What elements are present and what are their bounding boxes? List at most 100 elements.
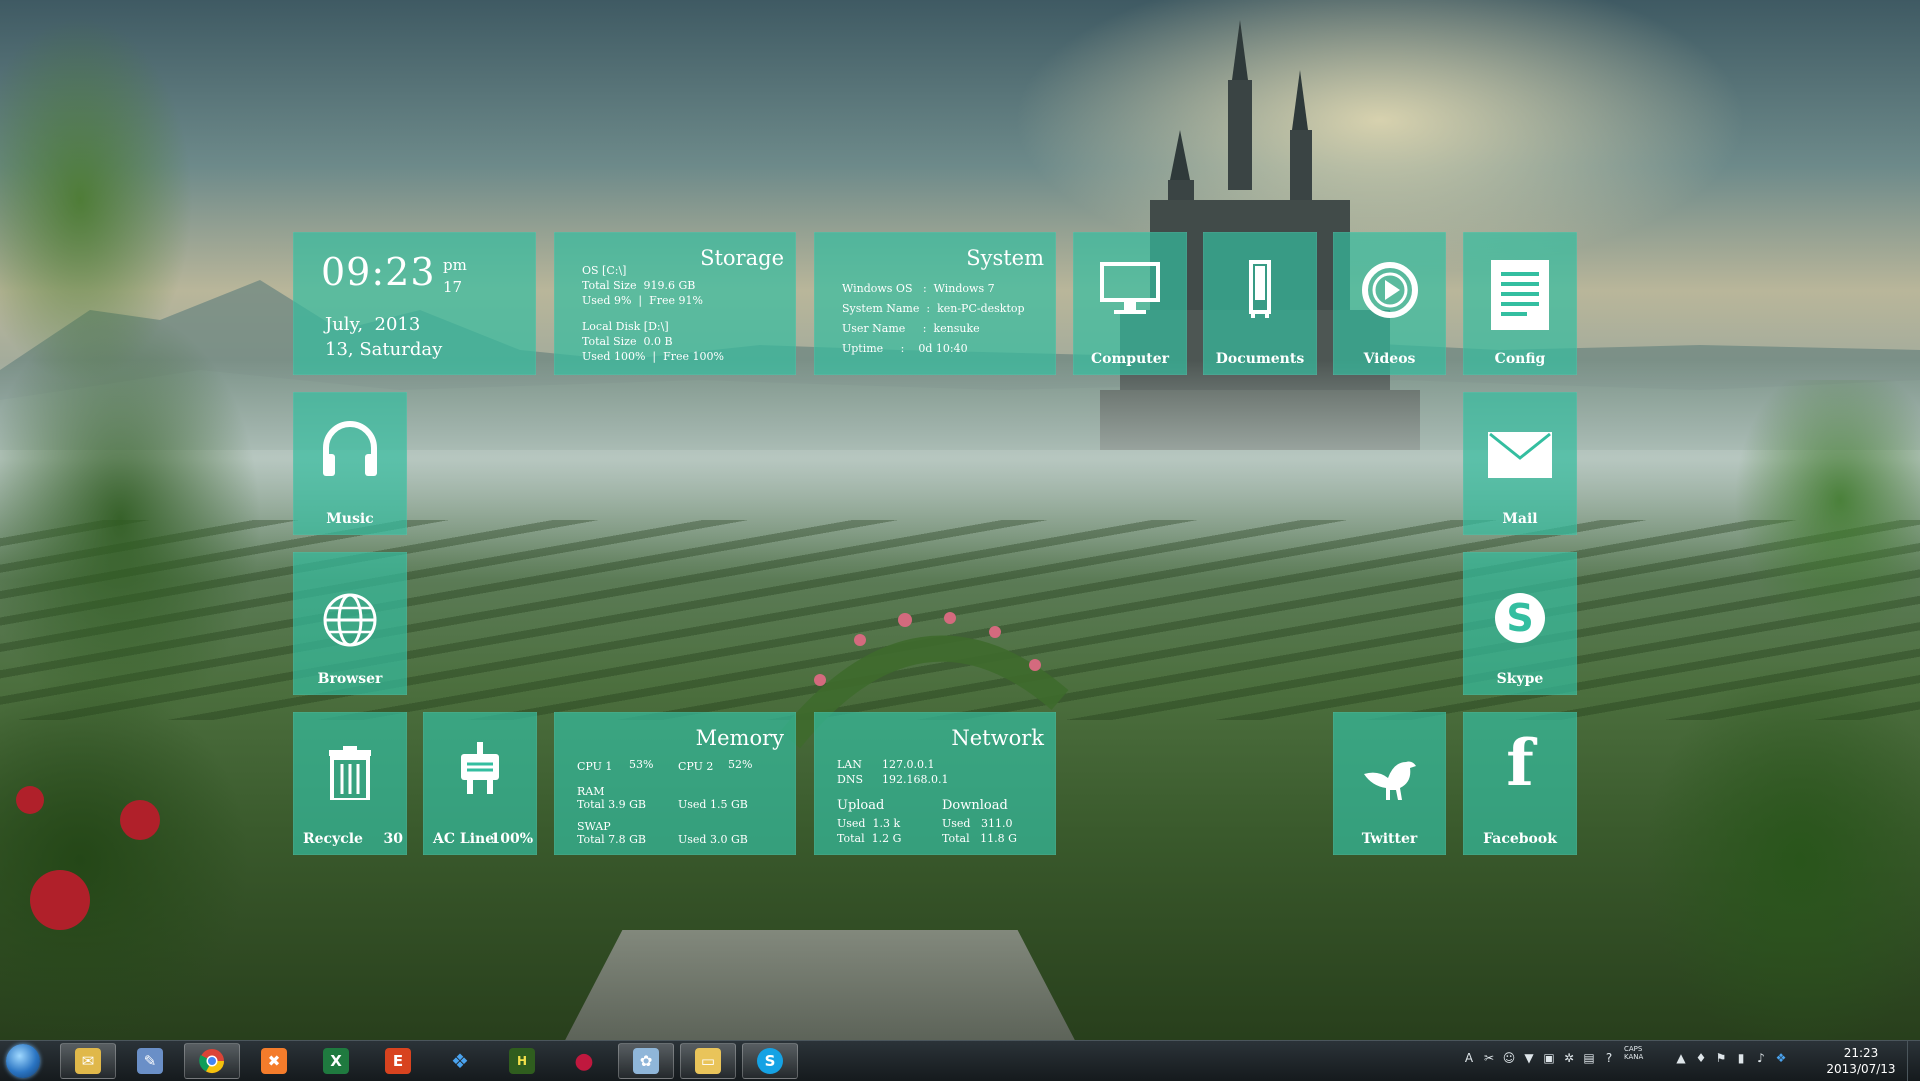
taskbar-paint[interactable]: ✿ [618,1043,674,1079]
twitter-tile[interactable]: Twitter [1333,712,1446,855]
documents-label: Documents [1215,351,1305,367]
clock-month-year: July, 2013 [325,314,421,335]
start-button[interactable] [6,1044,40,1078]
memory-swap-used: Used 3.0 GB [678,833,748,846]
computer-tile[interactable]: Computer [1073,232,1187,375]
documents-tile[interactable]: Documents [1203,232,1317,375]
browser-label: Browser [317,671,383,687]
network-title: Network [951,726,1044,750]
computer-label: Computer [1090,351,1169,367]
show-hidden-icon[interactable]: ▲ [1674,1051,1688,1065]
network-tile[interactable]: Network LAN 127.0.0.1 DNS 192.168.0.1 Up… [814,712,1056,855]
taskbar-club[interactable]: H [494,1043,550,1079]
storage-local-label: Local Disk [D:\] [582,320,669,333]
config-tile[interactable]: Config [1463,232,1577,375]
storage-tile[interactable]: Storage OS [C:\] Total Size 919.6 GB Use… [554,232,796,375]
memory-tile[interactable]: Memory CPU 1 53% CPU 2 52% RAM Total 3.9… [554,712,796,855]
network-signal-icon[interactable]: ▮ [1734,1051,1748,1065]
network-dns-value: 192.168.0.1 [882,773,949,786]
paint-app-icon: ✿ [633,1048,659,1074]
facebook-f-icon: f [1506,726,1534,801]
mail-app-icon: ✉ [75,1048,101,1074]
svg-text:S: S [1506,596,1533,640]
clock-time: 09:23 [321,250,436,294]
twitter-label: Twitter [1361,831,1418,847]
network-lan-label: LAN [837,758,862,771]
drop-app-icon: ● [574,1048,594,1074]
settings-icon[interactable]: ✲ [1562,1051,1576,1065]
mail-tile[interactable]: Mail [1463,392,1577,535]
chrome-icon [199,1049,224,1074]
network-upload-label: Upload [837,798,885,813]
storage-local-total: Total Size 0.0 B [582,335,673,348]
mail-label: Mail [1502,511,1538,527]
headphones-icon [323,421,377,476]
skype-icon: S [1495,593,1545,643]
drop-tray-icon[interactable]: ♦ [1694,1051,1708,1065]
foxit-app-icon: E [385,1048,411,1074]
device-icon[interactable]: ▣ [1542,1051,1556,1065]
storage-os-total: Total Size 919.6 GB [582,279,696,292]
trash-icon [329,746,371,800]
facebook-tile[interactable]: f Facebook [1463,712,1577,855]
system-row-user: User Name : kensuke [842,322,980,335]
memory-cpu2-label: CPU 2 [678,760,714,773]
taskbar-foxit[interactable]: E [370,1043,426,1079]
memory-swap-total: Total 7.8 GB [577,833,646,846]
recycle-label: Recycle [303,831,363,847]
user-icon[interactable]: ☺ [1502,1051,1516,1065]
explorer-app-icon: ▭ [695,1048,721,1074]
taskbar-chrome[interactable] [184,1043,240,1079]
videos-tile[interactable]: Videos [1333,232,1446,375]
flag-icon[interactable]: ⚑ [1714,1051,1728,1065]
excel-app-icon: X [323,1048,349,1074]
network-upload-used: Used 1.3 k [837,817,901,830]
shirt-icon[interactable]: ▼ [1522,1051,1536,1065]
taskbar-mail[interactable]: ✉ [60,1043,116,1079]
display-icon[interactable]: ▤ [1582,1051,1596,1065]
taskbar-write[interactable]: ✎ [122,1043,178,1079]
acline-value: 100% [490,831,533,847]
memory-ram-total: Total 3.9 GB [577,798,646,811]
browser-tile[interactable]: Browser [293,552,407,695]
clock-day: 13, Saturday [325,339,443,360]
tools-icon[interactable]: ✂ [1482,1051,1496,1065]
network-download-total: Total 11.8 G [942,832,1017,845]
ime-icon[interactable]: A [1462,1051,1476,1065]
memory-cpu1-value: 53% [629,758,654,771]
taskbar-xampp[interactable]: ✖ [246,1043,302,1079]
taskbar-skype[interactable]: S [742,1043,798,1079]
storage-title: Storage [700,246,784,270]
taskbar-excel[interactable]: X [308,1043,364,1079]
system-tile[interactable]: System Windows OS : Windows 7 System Nam… [814,232,1056,375]
club-app-icon: H [509,1048,535,1074]
show-desktop-button[interactable] [1907,1041,1920,1081]
system-row-os: Windows OS : Windows 7 [842,282,995,295]
taskbar-drop[interactable]: ● [556,1043,612,1079]
memory-cpu1-label: CPU 1 [577,760,613,773]
network-dns-label: DNS [837,773,863,786]
music-label: Music [326,511,374,527]
skype-app-icon: S [757,1048,783,1074]
notepad-icon [1491,260,1549,330]
dropbox-tray-icon[interactable]: ❖ [1774,1051,1788,1065]
help-icon[interactable]: ? [1602,1051,1616,1065]
taskbar-dropbox[interactable]: ❖ [432,1043,488,1079]
recycle-count: 30 [383,831,403,847]
xampp-app-icon: ✖ [261,1048,287,1074]
envelope-icon [1488,432,1552,478]
memory-ram-used: Used 1.5 GB [678,798,748,811]
tray-clock[interactable]: 21:23 2013/07/13 [1818,1045,1904,1077]
skype-tile[interactable]: S Skype [1463,552,1577,695]
caps-label: CAPS [1624,1045,1643,1053]
volume-icon[interactable]: ♪ [1754,1051,1768,1065]
recycle-tile[interactable]: Recycle 30 [293,712,407,855]
music-tile[interactable]: Music [293,392,407,535]
write-app-icon: ✎ [137,1048,163,1074]
storage-os-label: OS [C:\] [582,264,627,277]
acline-label: AC Line [433,831,495,847]
play-circle-icon [1361,262,1418,318]
document-icon [1249,260,1271,318]
taskbar-explorer[interactable]: ▭ [680,1043,736,1079]
network-download-used: Used 311.0 [942,817,1013,830]
